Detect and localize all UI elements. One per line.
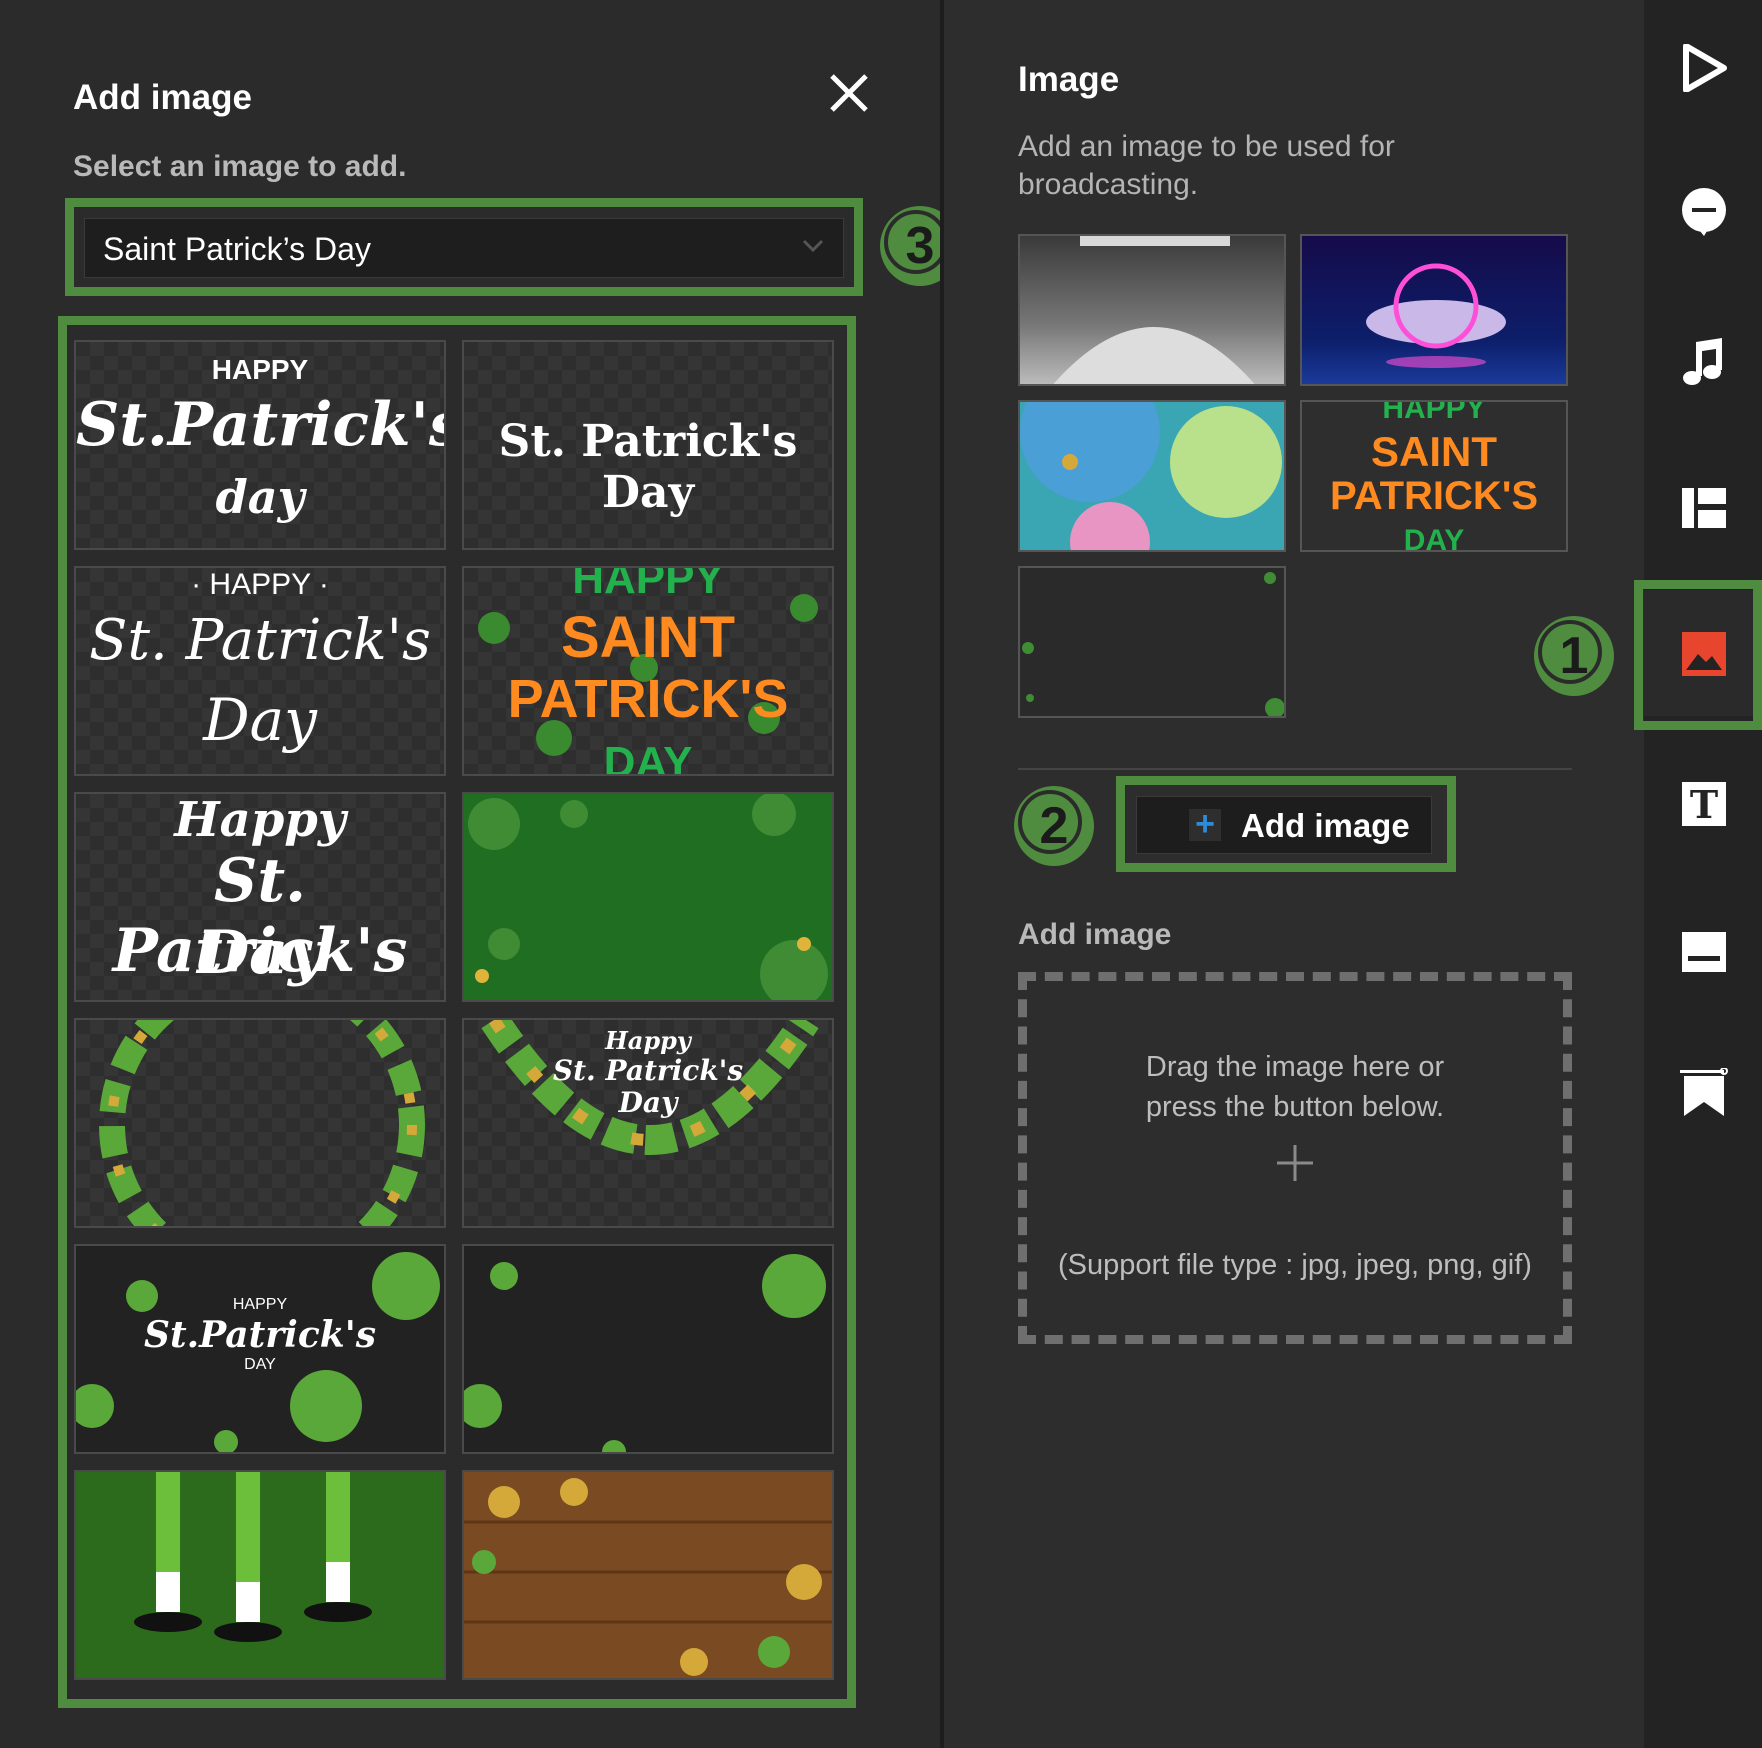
caption-icon[interactable] xyxy=(1680,928,1728,976)
add-image-title: Add image xyxy=(73,78,252,117)
image-tile[interactable] xyxy=(462,1244,834,1454)
layout-icon[interactable] xyxy=(1680,484,1728,532)
step-badge-2: 2 xyxy=(1014,786,1094,866)
image-tile[interactable]: HAPPY SAINT PATRICK'S DAY xyxy=(462,566,834,776)
step-badge-1: 1 xyxy=(1534,616,1614,696)
image-tile[interactable] xyxy=(74,1018,446,1228)
image-tile[interactable]: HAPPY St.Patrick's day xyxy=(74,340,446,550)
bookmark-icon[interactable] xyxy=(1680,1068,1728,1116)
plus-icon xyxy=(1277,1145,1313,1181)
chevron-down-icon xyxy=(802,239,824,253)
image-tile[interactable]: HAPPY St.Patrick's DAY xyxy=(74,1244,446,1454)
category-select[interactable]: Saint Patrick’s Day xyxy=(84,218,844,278)
close-icon[interactable] xyxy=(826,70,872,116)
category-select-value: Saint Patrick’s Day xyxy=(103,231,371,267)
added-image-thumb[interactable] xyxy=(1300,234,1568,386)
added-image-thumb[interactable] xyxy=(1018,234,1286,386)
add-image-panel: Add image Select an image to add. Saint … xyxy=(0,0,960,1748)
image-tile[interactable]: · HAPPY · St. Patrick's Day xyxy=(74,566,446,776)
image-tile[interactable]: St. Patrick's Day xyxy=(462,340,834,550)
chat-icon[interactable] xyxy=(1680,188,1728,236)
add-image-section-label: Add image xyxy=(1018,918,1172,951)
image-icon[interactable] xyxy=(1680,630,1728,678)
play-icon[interactable] xyxy=(1680,44,1728,92)
add-image-button[interactable]: + Add image xyxy=(1136,796,1432,854)
image-tile[interactable] xyxy=(462,1470,834,1680)
added-image-thumb[interactable] xyxy=(1018,400,1286,552)
image-panel-description: Add an image to be used for broadcasting… xyxy=(1018,130,1395,201)
section-divider xyxy=(1018,768,1572,770)
svg-text:T: T xyxy=(1690,782,1718,827)
music-icon[interactable] xyxy=(1680,338,1728,386)
image-tile[interactable] xyxy=(74,1470,446,1680)
image-panel-title: Image xyxy=(1018,60,1120,99)
image-dropzone[interactable]: Drag the image here or press the button … xyxy=(1018,972,1572,1344)
added-image-thumb[interactable] xyxy=(1018,566,1286,718)
plus-icon: + xyxy=(1189,807,1221,841)
image-tile[interactable] xyxy=(462,792,834,1002)
image-tile[interactable]: Happy St. Patrick's Day xyxy=(74,792,446,1002)
icon-rail xyxy=(1644,0,1762,1748)
image-tile[interactable]: Happy St. Patrick's Day xyxy=(462,1018,834,1228)
added-image-thumb[interactable]: HAPPY SAINT PATRICK'S DAY xyxy=(1300,400,1568,552)
text-icon[interactable]: T xyxy=(1680,780,1728,828)
select-image-hint: Select an image to add. xyxy=(73,150,407,183)
